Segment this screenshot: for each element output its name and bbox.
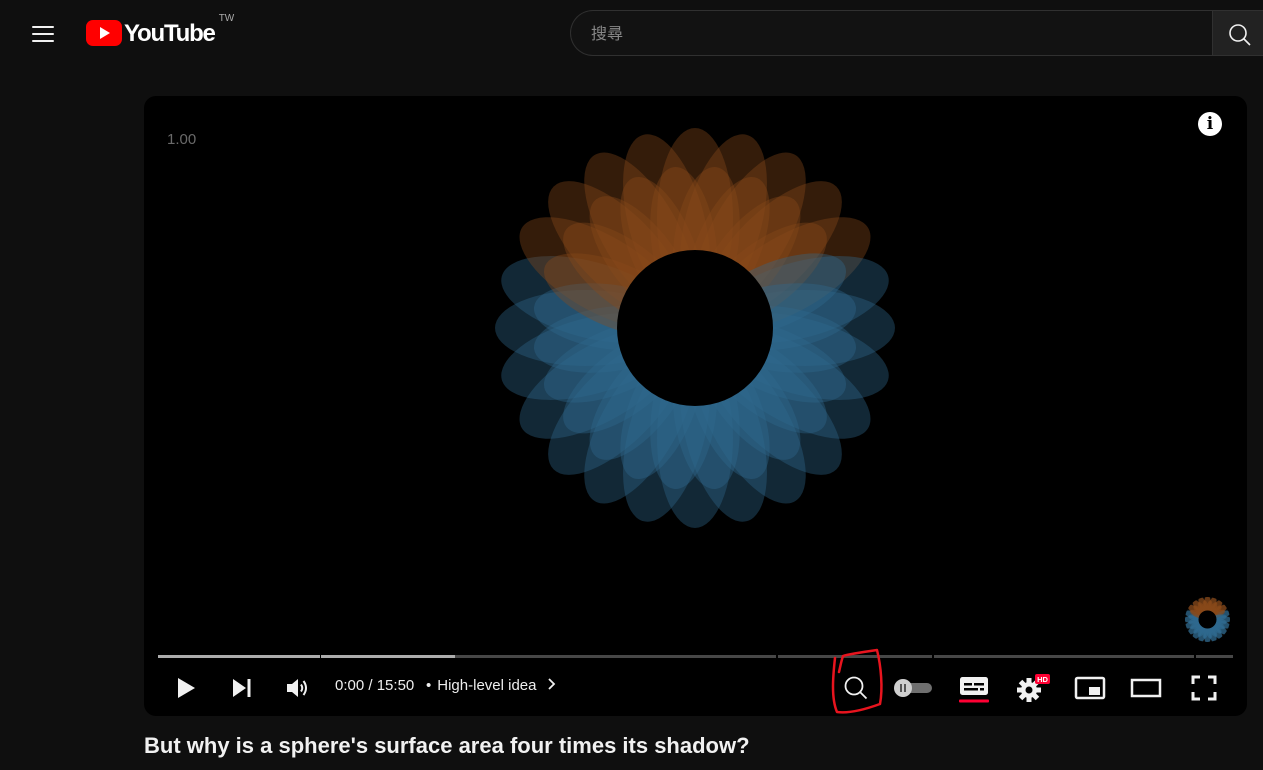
- chapter-bullet: •: [426, 677, 432, 694]
- flower-center: [617, 250, 773, 406]
- autoplay-toggle-icon: [894, 679, 932, 697]
- miniplayer-button[interactable]: [1068, 664, 1112, 712]
- video-player[interactable]: 1.00 i 0:00 / 15:50 • High-level idea HD: [144, 96, 1247, 716]
- search-input[interactable]: [570, 10, 1212, 56]
- video-overlay-value: 1.00: [167, 131, 197, 148]
- miniplayer-icon: [1074, 676, 1106, 700]
- info-button[interactable]: i: [1198, 112, 1222, 136]
- theater-mode-icon: [1130, 678, 1162, 698]
- chapter-buffered: [158, 655, 321, 658]
- play-button[interactable]: [168, 664, 204, 712]
- chapter-segment[interactable]: [321, 655, 777, 658]
- video-title: But why is a sphere's surface area four …: [144, 733, 750, 758]
- total-time: 15:50: [376, 677, 415, 694]
- time-separator: /: [364, 677, 377, 694]
- settings-icon: HD: [1017, 674, 1050, 702]
- search-icon: [1229, 24, 1251, 46]
- region-code: TW: [218, 13, 235, 24]
- current-time: 0:00: [335, 677, 365, 694]
- subtitles-active-indicator: [959, 699, 989, 703]
- info-icon: i: [1206, 114, 1214, 134]
- chapter-buffered: [321, 655, 455, 658]
- channel-watermark-icon[interactable]: [1185, 597, 1230, 642]
- subtitles-icon: [959, 677, 989, 703]
- youtube-logo[interactable]: YouTube TW: [86, 13, 234, 50]
- chapter-title-button[interactable]: • High-level idea: [426, 677, 559, 694]
- progress-bar[interactable]: [158, 655, 1233, 659]
- subtitles-button[interactable]: [952, 664, 996, 712]
- volume-icon: [287, 679, 307, 697]
- video-frame-flower-graphic: [495, 128, 895, 528]
- autoplay-toggle[interactable]: [888, 664, 938, 712]
- fullscreen-icon: [1191, 675, 1217, 701]
- next-icon: [233, 679, 251, 697]
- search-in-video-button[interactable]: [834, 664, 878, 712]
- next-button[interactable]: [224, 664, 260, 712]
- chapter-segment[interactable]: [778, 655, 932, 658]
- play-icon: [178, 678, 195, 698]
- chapter-title: High-level idea: [437, 677, 537, 694]
- mute-button[interactable]: [280, 664, 316, 712]
- settings-button[interactable]: HD: [1010, 664, 1054, 712]
- time-display: 0:00 / 15:50: [335, 677, 414, 694]
- search-button[interactable]: [1212, 10, 1263, 56]
- player-controls: 0:00 / 15:50 • High-level idea HD: [144, 664, 1247, 712]
- chapter-segment[interactable]: [158, 655, 321, 658]
- chapter-segment[interactable]: [934, 655, 1195, 658]
- logo-text: YouTube: [124, 20, 216, 47]
- menu-button[interactable]: [20, 12, 66, 56]
- chapter-segment[interactable]: [1196, 655, 1233, 658]
- theater-mode-button[interactable]: [1124, 664, 1168, 712]
- chevron-right-icon: [548, 678, 555, 690]
- search-in-video-icon: [844, 676, 868, 700]
- youtube-play-logo-icon: [86, 20, 122, 46]
- search-bar: [570, 10, 1263, 56]
- fullscreen-button[interactable]: [1182, 664, 1226, 712]
- hd-badge: HD: [1037, 675, 1048, 684]
- top-bar: YouTube TW: [0, 0, 1263, 68]
